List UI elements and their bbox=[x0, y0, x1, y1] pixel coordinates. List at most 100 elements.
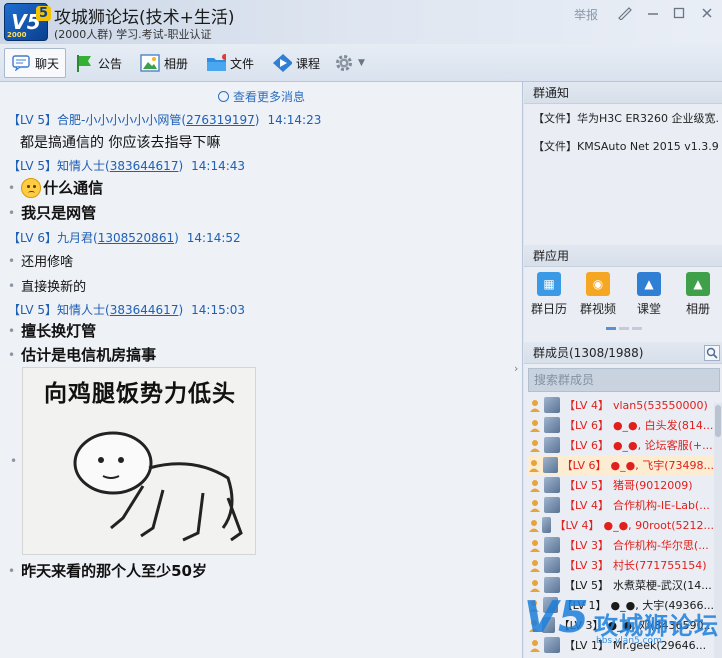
member-role-icon bbox=[528, 578, 542, 592]
graduation-cap-icon: ▲ bbox=[637, 272, 661, 296]
member-name: 猪哥(9012009) bbox=[612, 479, 693, 492]
app-video[interactable]: ◉ 群视频 bbox=[576, 272, 620, 317]
tab-course[interactable]: 课程 bbox=[272, 48, 320, 78]
report-link[interactable]: 举报 bbox=[574, 6, 598, 23]
avatar bbox=[544, 397, 560, 413]
member-level: 【LV 4】 bbox=[564, 399, 609, 412]
app-calendar[interactable]: ▦ 群日历 bbox=[527, 272, 571, 317]
minimize-icon[interactable] bbox=[642, 4, 664, 22]
message-line: • 昨天来看的那个人至少50岁 bbox=[8, 560, 207, 581]
tab-file[interactable]: 文件 bbox=[206, 48, 254, 78]
picture-icon bbox=[140, 53, 160, 73]
member-name: 水煮菜梗-武汉(14... bbox=[612, 579, 712, 592]
member-role-icon bbox=[528, 438, 542, 452]
picture-icon: ▲ bbox=[686, 272, 710, 296]
bullet-dot: • bbox=[8, 205, 16, 220]
close-icon[interactable] bbox=[696, 4, 718, 22]
sender-qq[interactable]: 383644617 bbox=[110, 303, 179, 317]
member-search-input[interactable]: 搜索群成员 bbox=[528, 368, 720, 392]
message-time: 14:14:43 bbox=[191, 159, 246, 173]
tab-notice-label: 公告 bbox=[98, 56, 123, 71]
folder-icon bbox=[206, 53, 226, 73]
message-text: 我只是网管 bbox=[21, 204, 97, 222]
member-row[interactable]: 【LV 3】 村长(771755154) bbox=[528, 555, 714, 575]
tab-album-label: 相册 bbox=[164, 56, 189, 71]
member-level: 【LV 6】 bbox=[564, 439, 609, 452]
avatar bbox=[544, 497, 560, 513]
bullet-dot: • bbox=[8, 323, 16, 338]
app-label: 群视频 bbox=[579, 302, 616, 316]
view-more-label: 查看更多消息 bbox=[233, 90, 306, 104]
message-header: 【LV 5】合肥-小小小小小小网管(276319197) 14:14:23 bbox=[8, 113, 322, 127]
member-role-icon bbox=[528, 558, 542, 572]
more-apps-button[interactable]: ▼ bbox=[334, 48, 365, 78]
notice-item[interactable]: 【文件】KMSAuto Net 2015 v1.3.9 P... bbox=[533, 138, 719, 154]
window-subtitle: (2000人群) 学习.考试-职业认证 bbox=[54, 28, 212, 41]
tab-course-label: 课程 bbox=[296, 56, 321, 71]
member-row[interactable]: 【LV 5】 猪哥(9012009) bbox=[528, 475, 714, 495]
sender-level: 【LV 5】 bbox=[8, 159, 58, 173]
sender-qq[interactable]: 276319197 bbox=[186, 113, 255, 127]
member-row[interactable]: 【LV 4】 vlan5(53550000) bbox=[528, 395, 714, 415]
notice-section-title: 群通知 bbox=[524, 82, 722, 104]
collapse-panel-arrow-icon[interactable]: › bbox=[514, 362, 524, 380]
app-label: 课堂 bbox=[636, 302, 661, 316]
notice-item[interactable]: 【文件】华为H3C ER3260 企业级宽... bbox=[533, 110, 719, 126]
member-name: ●_●, 论坛客服(+... bbox=[612, 439, 713, 452]
member-row[interactable]: 【LV 6】 ●_●, 论坛客服(+... bbox=[528, 435, 714, 455]
avatar bbox=[544, 477, 560, 493]
member-level: 【LV 3】 bbox=[564, 559, 609, 572]
sender-level: 【LV 5】 bbox=[8, 113, 58, 127]
search-icon[interactable] bbox=[704, 345, 720, 361]
gear-icon bbox=[334, 53, 354, 73]
message-text: 估计是电信机房搞事 bbox=[21, 346, 157, 364]
member-name: ●_●, 飞宇(73498... bbox=[610, 459, 714, 472]
sender-name[interactable]: 合肥-小小小小小小网管 bbox=[57, 113, 181, 127]
message-line: • 还用修啥 bbox=[8, 251, 73, 271]
bullet-dot: • bbox=[8, 253, 16, 268]
group-logo[interactable]: V5 5 2000 bbox=[4, 3, 51, 41]
app-classroom[interactable]: ▲ 课堂 bbox=[627, 272, 671, 317]
app-album[interactable]: ▲ 相册 bbox=[676, 272, 720, 317]
member-level: 【LV 6】 bbox=[564, 419, 609, 432]
play-course-icon bbox=[272, 53, 292, 73]
message-text: 擅长换灯管 bbox=[21, 322, 97, 340]
sender-level: 【LV 5】 bbox=[8, 303, 58, 317]
tab-notice[interactable]: 公告 bbox=[74, 48, 122, 78]
member-row[interactable]: 【LV 4】 ●_●, 90root(5212... bbox=[528, 515, 714, 535]
bullet-dot: • bbox=[10, 454, 18, 468]
member-name: 村长(771755154) bbox=[612, 559, 707, 572]
scrollbar-thumb[interactable] bbox=[715, 405, 721, 437]
app-label: 相册 bbox=[685, 302, 710, 316]
sender-name[interactable]: 知情人士 bbox=[57, 159, 105, 173]
sender-qq[interactable]: 1308520861 bbox=[98, 231, 174, 245]
member-name: ●_●, 白头发(814... bbox=[612, 419, 714, 432]
view-more-messages-link[interactable]: 查看更多消息 bbox=[218, 88, 305, 105]
member-level: 【LV 6】 bbox=[561, 459, 607, 472]
member-row[interactable]: 【LV 4】 合作机构-IE-Lab(... bbox=[528, 495, 714, 515]
maximize-icon[interactable] bbox=[668, 4, 690, 22]
chat-bubble-icon bbox=[11, 53, 31, 73]
member-level: 【LV 3】 bbox=[564, 539, 609, 552]
sender-level: 【LV 6】 bbox=[8, 231, 58, 245]
sender-qq[interactable]: 383644617 bbox=[110, 159, 179, 173]
toolbar: 聊天 公告 相册 文件 课程 ▼ bbox=[0, 44, 722, 82]
tab-chat[interactable]: 聊天 bbox=[4, 48, 67, 78]
avatar bbox=[544, 417, 560, 433]
right-panel: 群通知 【文件】华为H3C ER3260 企业级宽... 【文件】KMSAuto… bbox=[524, 82, 722, 658]
settings-icon[interactable] bbox=[614, 4, 636, 22]
tab-album[interactable]: 相册 bbox=[140, 48, 188, 78]
members-section-title: 群成员(1308/1988) bbox=[524, 342, 722, 364]
member-row[interactable]: 【LV 3】 合作机构-华尔思(... bbox=[528, 535, 714, 555]
member-role-icon bbox=[528, 418, 542, 432]
app-label: 群日历 bbox=[530, 302, 567, 316]
member-row[interactable]: 【LV 6】 ●_●, 飞宇(73498... bbox=[528, 455, 714, 475]
member-name: vlan5(53550000) bbox=[612, 398, 708, 412]
flag-icon bbox=[74, 53, 94, 73]
sad-face-emoji-icon bbox=[21, 177, 42, 198]
sender-name[interactable]: 九月君 bbox=[57, 231, 93, 245]
meme-image[interactable]: 向鸡腿饭势力低头 bbox=[22, 367, 256, 555]
sender-name[interactable]: 知情人士 bbox=[57, 303, 105, 317]
member-row[interactable]: 【LV 6】 ●_●, 白头发(814... bbox=[528, 415, 714, 435]
message-time: 14:14:52 bbox=[186, 231, 241, 245]
